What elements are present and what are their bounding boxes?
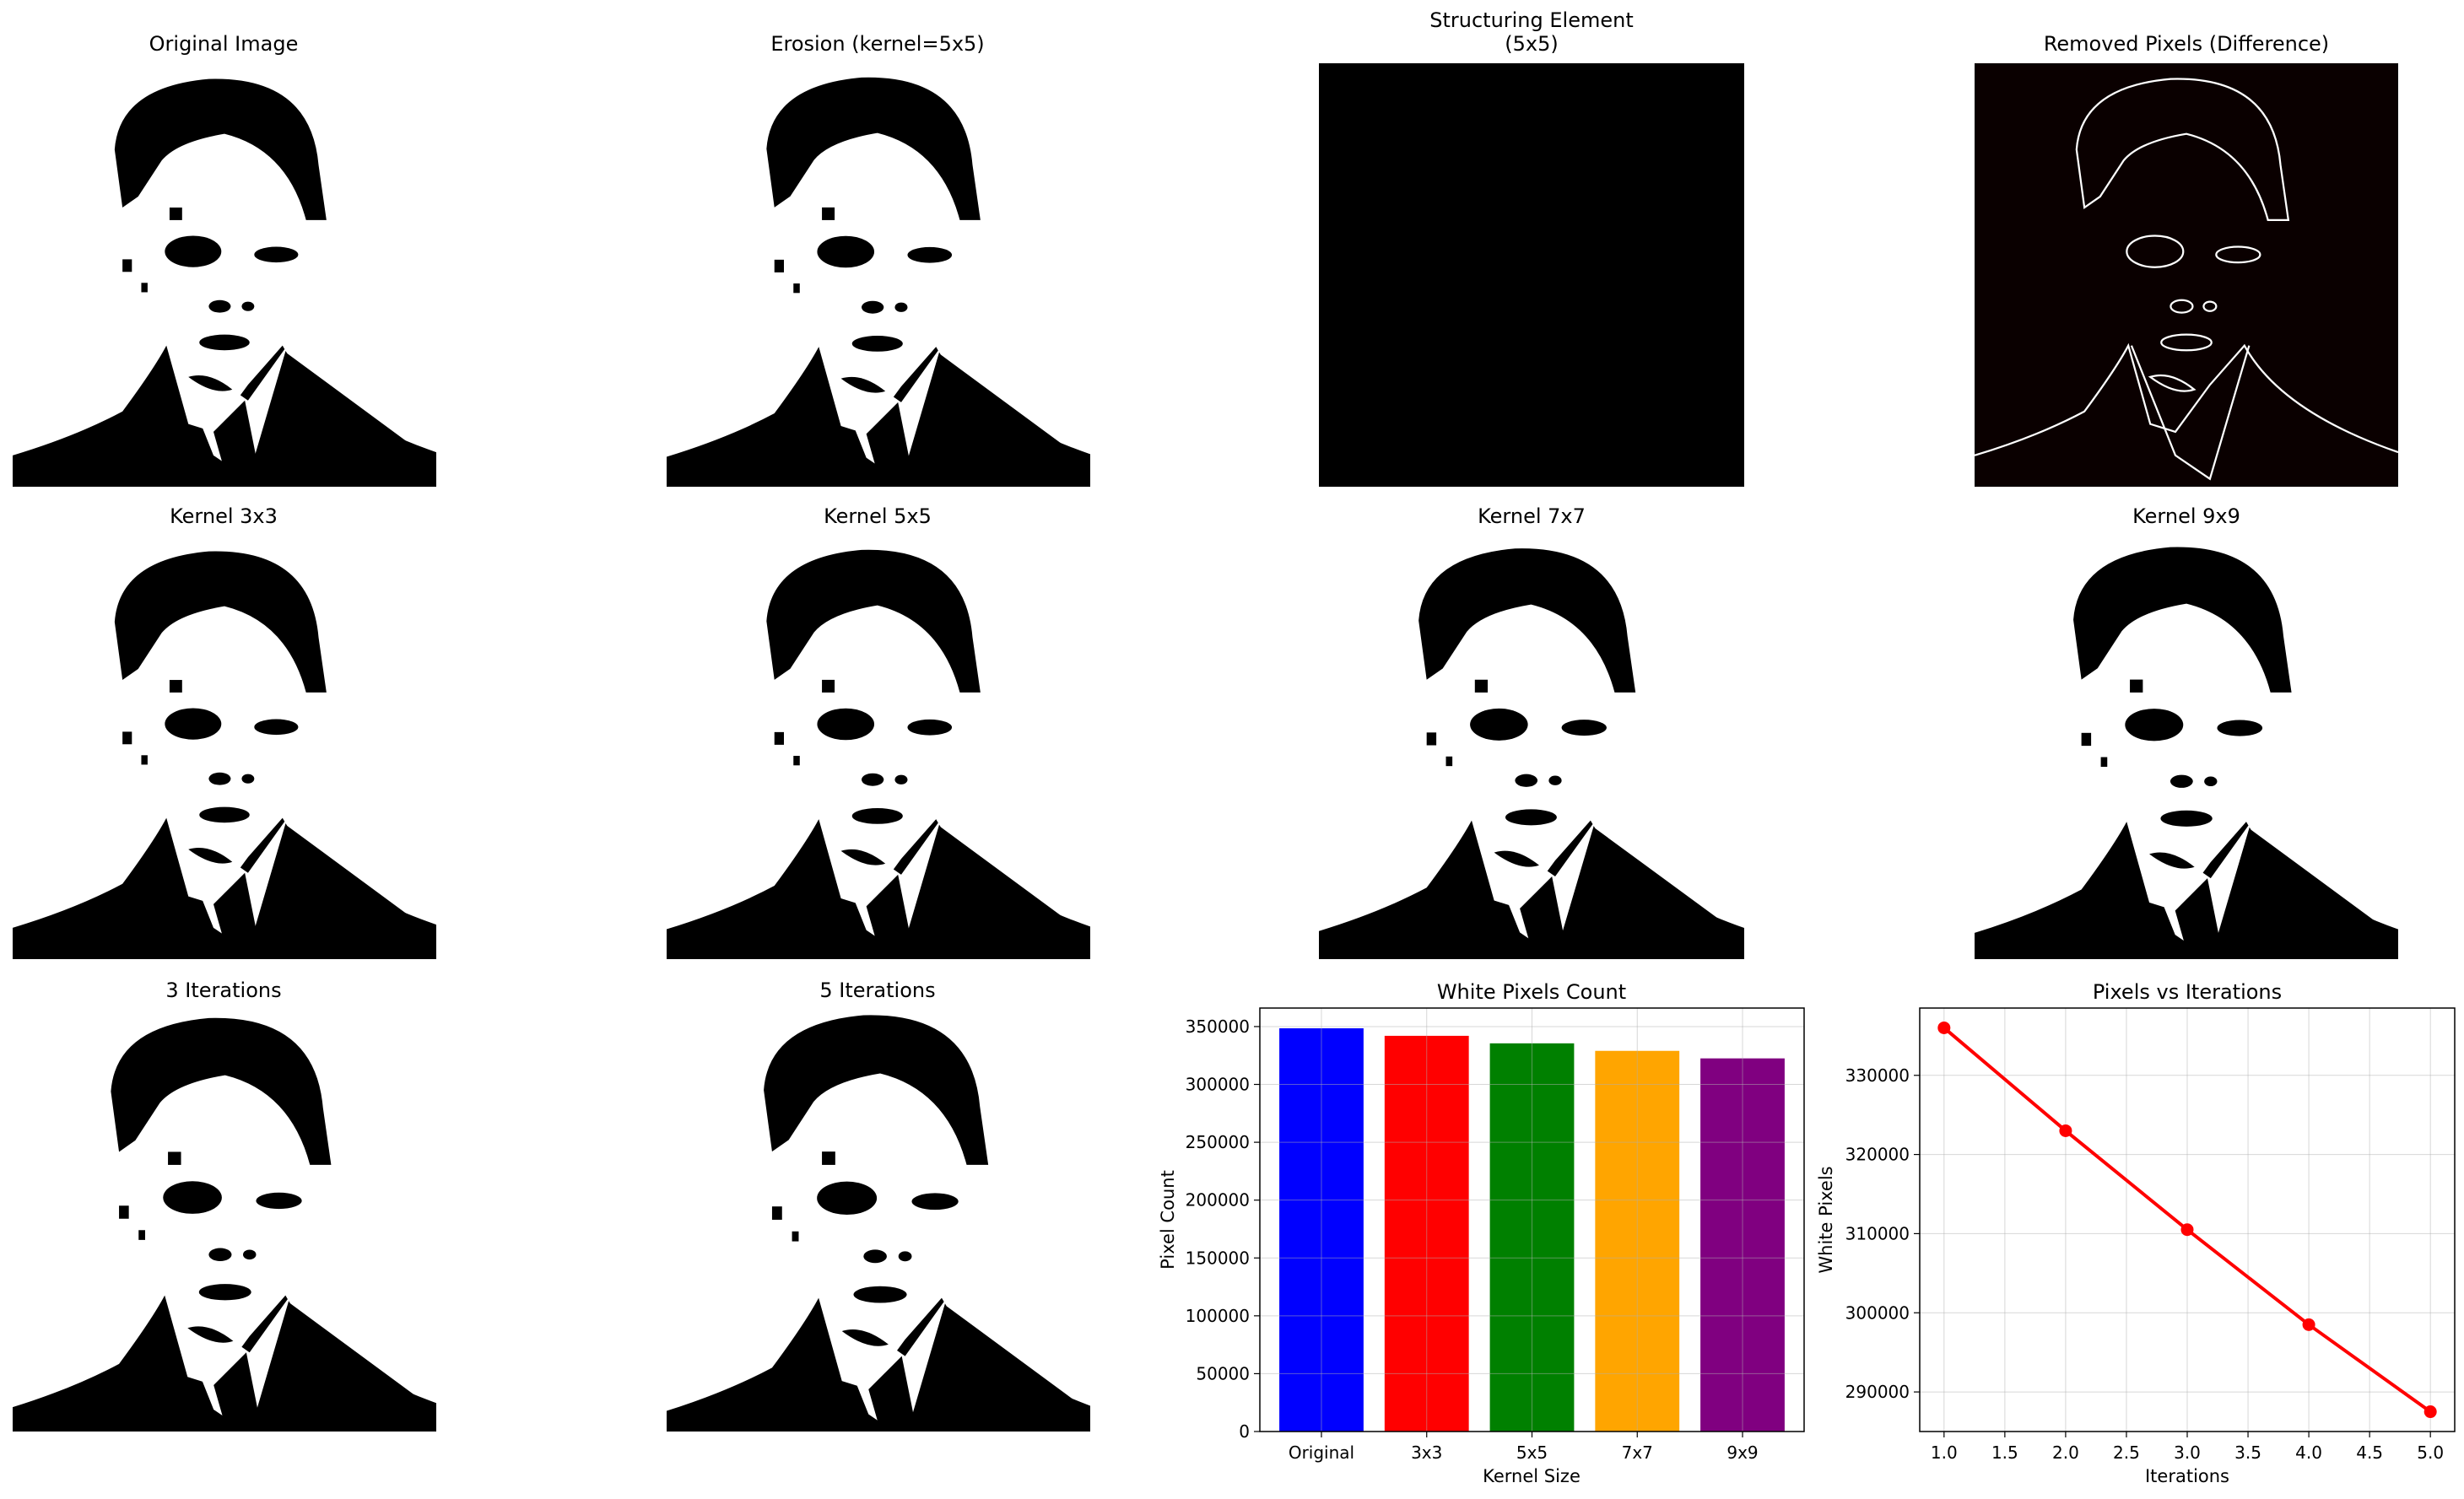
structuring-element-image — [1319, 63, 1744, 487]
difference-image — [1975, 63, 2398, 487]
line-xtick-label: 4.5 — [2356, 1442, 2383, 1463]
line-ytick-label: 310000 — [1845, 1223, 1910, 1243]
bar-chart-xlabel: Kernel Size — [1483, 1466, 1581, 1486]
panel-title-kernel-5x5: Kernel 5x5 — [824, 504, 932, 528]
bar-ytick-label: 200000 — [1186, 1190, 1250, 1211]
pixels-vs-iterations-line-chart: Pixels vs Iterations 290000 300000 310000 3… — [1816, 980, 2456, 1486]
bar-ytick-label: 300000 — [1186, 1075, 1250, 1095]
panel-title-kernel-3x3: Kernel 3x3 — [170, 504, 278, 528]
bar-xtick-label: 5x5 — [1516, 1442, 1548, 1463]
series-point — [2180, 1223, 2194, 1237]
bar-ytick-label: 350000 — [1186, 1016, 1250, 1037]
line-chart-title: Pixels vs Iterations — [2093, 980, 2282, 1004]
line-ytick-label: 290000 — [1845, 1382, 1910, 1402]
bar-ytick-label: 250000 — [1186, 1132, 1250, 1152]
panel-title-erosion: Erosion (kernel=5x5) — [770, 32, 985, 56]
white-pixels-bar-chart: White Pixels Count 0 50000 100000 150000 200… — [1158, 980, 1805, 1486]
line-xtick-label: 4.0 — [2295, 1442, 2322, 1463]
panel-title-5-iterations: 5 Iterations — [819, 979, 936, 1002]
bar-ytick-label: 0 — [1239, 1421, 1250, 1442]
bar-ytick-label: 100000 — [1186, 1306, 1250, 1326]
line-chart-xlabel: Iterations — [2145, 1466, 2229, 1486]
panel-title-struct-line1: Structuring Element — [1429, 8, 1634, 32]
kernel-7x7-image — [1319, 536, 1744, 959]
kernel-5x5-image — [667, 536, 1090, 959]
line-xtick-label: 3.5 — [2234, 1442, 2261, 1463]
bar-xtick-label: 3x3 — [1411, 1442, 1442, 1463]
panel-title-kernel-7x7: Kernel 7x7 — [1478, 504, 1586, 528]
kernel-3x3-image — [13, 536, 436, 959]
panel-title-struct-line2: (5x5) — [1505, 32, 1559, 56]
series-point — [2423, 1405, 2437, 1419]
panel-title-original: Original Image — [149, 32, 299, 56]
kernel-9x9-image — [1975, 536, 2398, 959]
line-ytick-label: 300000 — [1845, 1302, 1910, 1323]
series-point — [2059, 1124, 2072, 1137]
iterations-5-image — [667, 1008, 1090, 1432]
line-ytick-label: 320000 — [1845, 1145, 1910, 1165]
bar-xtick-label: Original — [1289, 1442, 1354, 1463]
line-xtick-label: 2.0 — [2052, 1442, 2079, 1463]
line-xtick-label: 3.0 — [2174, 1442, 2201, 1463]
line-xtick-label: 1.5 — [1991, 1442, 2018, 1463]
line-chart-ylabel: White Pixels — [1816, 1166, 1836, 1273]
bar-xtick-label: 7x7 — [1622, 1442, 1653, 1463]
panel-title-difference: Removed Pixels (Difference) — [2043, 32, 2330, 56]
bar-ytick-label: 50000 — [1196, 1363, 1250, 1383]
erosion-image — [667, 63, 1090, 487]
line-xtick-label: 1.0 — [1931, 1442, 1958, 1463]
line-ytick-label: 330000 — [1845, 1065, 1910, 1086]
panel-title-3-iterations: 3 Iterations — [165, 979, 282, 1002]
line-xtick-label: 2.5 — [2113, 1442, 2140, 1463]
bar-chart-ylabel: Pixel Count — [1158, 1170, 1178, 1270]
original-image — [13, 63, 436, 487]
iterations-3-image — [13, 1008, 436, 1432]
series-point — [1937, 1021, 1951, 1034]
bar-chart-title: White Pixels Count — [1437, 980, 1626, 1004]
line-xtick-label: 5.0 — [2417, 1442, 2444, 1463]
bar-ytick-label: 150000 — [1186, 1248, 1250, 1268]
series-point — [2302, 1318, 2315, 1331]
bar-xtick-label: 9x9 — [1726, 1442, 1758, 1463]
panel-title-kernel-9x9: Kernel 9x9 — [2132, 504, 2240, 528]
